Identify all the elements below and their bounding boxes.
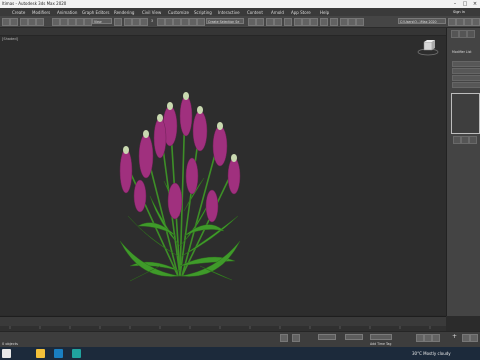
file-explorer-icon[interactable] xyxy=(36,349,45,358)
curve-editor-icon[interactable] xyxy=(266,18,274,26)
orbit-icon[interactable] xyxy=(470,334,478,342)
menu-modifiers[interactable]: Modifiers xyxy=(32,10,50,15)
window-crossing-icon[interactable] xyxy=(76,18,84,26)
percent-snap-icon[interactable] xyxy=(165,18,173,26)
menu-create[interactable]: Create xyxy=(12,10,25,15)
menu-animation[interactable]: Animation xyxy=(57,10,77,15)
main-toolbar: View 3 Create Selection Se C:\Users\O...… xyxy=(0,16,480,28)
unlink-icon[interactable] xyxy=(28,18,36,26)
status-message: 0 objects xyxy=(2,342,18,346)
toggle-layer-explorer-icon[interactable] xyxy=(256,18,264,26)
menu-app-store[interactable]: App Store xyxy=(291,10,311,15)
align-icon[interactable] xyxy=(197,18,205,26)
modifier-field-3[interactable] xyxy=(452,75,480,81)
selection-region-icon[interactable] xyxy=(68,18,76,26)
close-button[interactable]: × xyxy=(470,0,480,8)
start-button-icon[interactable] xyxy=(2,349,11,358)
menu-arnold[interactable]: Arnold xyxy=(271,10,284,15)
material-editor-icon[interactable] xyxy=(284,18,292,26)
y-coordinate-field[interactable] xyxy=(345,334,363,340)
modifier-stack[interactable] xyxy=(451,93,480,134)
status-bar: 0 objects Add Time Tag + xyxy=(0,331,480,348)
render-in-cloud-icon[interactable] xyxy=(320,18,328,26)
select-by-name-icon[interactable] xyxy=(60,18,68,26)
weather-widget[interactable]: 30°C Mostly cloudy xyxy=(412,351,451,356)
menu-content[interactable]: Content xyxy=(247,10,263,15)
foxglove-plant-model[interactable] xyxy=(100,66,260,286)
move-icon[interactable] xyxy=(84,18,92,26)
modifier-field-4[interactable] xyxy=(452,82,480,88)
menu-civil-view[interactable]: Civil View xyxy=(142,10,161,15)
bind-space-warp-icon[interactable] xyxy=(36,18,44,26)
menu-customize[interactable]: Customize xyxy=(168,10,189,15)
pan-view-icon[interactable] xyxy=(462,334,470,342)
menu-interactive[interactable]: Interactive xyxy=(218,10,240,15)
x-coordinate-field[interactable] xyxy=(318,334,336,340)
remove-modifier-icon[interactable] xyxy=(469,136,477,144)
menu-scripting[interactable]: Scripting xyxy=(194,10,212,15)
angle-snap-icon[interactable] xyxy=(157,18,165,26)
title-bar: ltimas - Autodesk 3ds Max 2020 – □ × xyxy=(0,0,480,8)
zoom-icon[interactable]: + xyxy=(452,334,457,340)
edit-named-selection-icon[interactable] xyxy=(181,18,189,26)
perspective-viewport[interactable]: [Shaded] xyxy=(0,36,446,315)
menu-rendering[interactable]: Rendering xyxy=(114,10,134,15)
sign-in-link[interactable]: Sign In xyxy=(453,10,465,14)
selection-set-dropdown[interactable]: Create Selection Se xyxy=(206,18,244,24)
menu-graph-editors[interactable]: Graph Editors xyxy=(82,10,109,15)
a360-gallery-icon[interactable] xyxy=(330,18,338,26)
new-scene-icon[interactable] xyxy=(456,18,464,26)
redo-icon[interactable] xyxy=(10,18,18,26)
modifier-field-1[interactable] xyxy=(452,61,480,67)
windows-taskbar: 30°C Mostly cloudy xyxy=(0,347,480,360)
arnold-ipr-icon[interactable] xyxy=(348,18,356,26)
rendered-frame-window-icon[interactable] xyxy=(302,18,310,26)
schematic-view-icon[interactable] xyxy=(274,18,282,26)
project-folder-icon[interactable] xyxy=(448,18,456,26)
rotate-icon[interactable] xyxy=(124,18,132,26)
arnold-render-icon[interactable] xyxy=(340,18,348,26)
show-end-result-icon[interactable] xyxy=(461,136,469,144)
select-object-icon[interactable] xyxy=(52,18,60,26)
command-panel: Modifier List xyxy=(446,28,480,316)
render-production-icon[interactable] xyxy=(310,18,318,26)
open-file-icon[interactable] xyxy=(464,18,472,26)
app-taskbar-icon[interactable] xyxy=(72,349,81,358)
link-icon[interactable] xyxy=(20,18,28,26)
window-title: ltimas - Autodesk 3ds Max 2020 xyxy=(2,1,67,6)
reference-coordinate-dropdown[interactable]: View xyxy=(92,18,112,24)
undo-icon[interactable] xyxy=(2,18,10,26)
pin-stack-icon[interactable] xyxy=(453,136,461,144)
minimize-button[interactable]: – xyxy=(450,0,460,8)
create-tab-icon[interactable] xyxy=(451,30,459,38)
placement-icon[interactable] xyxy=(140,18,148,26)
mirror-icon[interactable] xyxy=(189,18,197,26)
menu-bar: Create Modifiers Animation Graph Editors… xyxy=(0,8,480,16)
scale-icon[interactable] xyxy=(132,18,140,26)
hierarchy-tab-icon[interactable] xyxy=(467,30,475,38)
play-animation-icon[interactable] xyxy=(424,334,432,342)
modifier-field-2[interactable] xyxy=(452,68,480,74)
maximize-button[interactable]: □ xyxy=(460,0,470,8)
modifier-list-dropdown[interactable]: Modifier List xyxy=(452,50,471,54)
save-file-icon[interactable] xyxy=(472,18,480,26)
spinner-snap-icon[interactable] xyxy=(173,18,181,26)
workspace-path-dropdown[interactable]: C:\Users\O...\Max 2020 xyxy=(398,18,446,24)
toggle-scene-explorer-icon[interactable] xyxy=(248,18,256,26)
modify-tab-icon[interactable] xyxy=(459,30,467,38)
arnold-settings-icon[interactable] xyxy=(356,18,364,26)
viewport-label[interactable]: [Shaded] xyxy=(2,37,18,41)
go-to-start-icon[interactable] xyxy=(416,334,424,342)
viewcube-icon[interactable] xyxy=(416,38,440,58)
ribbon xyxy=(0,28,446,36)
lock-selection-icon[interactable] xyxy=(280,334,288,342)
menu-help[interactable]: Help xyxy=(320,10,329,15)
render-setup-icon[interactable] xyxy=(294,18,302,26)
go-to-end-icon[interactable] xyxy=(432,334,440,342)
snaps-toggle-icon[interactable]: 3 xyxy=(151,18,153,24)
pivot-center-icon[interactable] xyxy=(114,18,122,26)
absolute-mode-icon[interactable] xyxy=(292,334,300,342)
z-coordinate-field[interactable] xyxy=(370,334,392,340)
3ds-max-taskbar-icon[interactable] xyxy=(54,349,63,358)
